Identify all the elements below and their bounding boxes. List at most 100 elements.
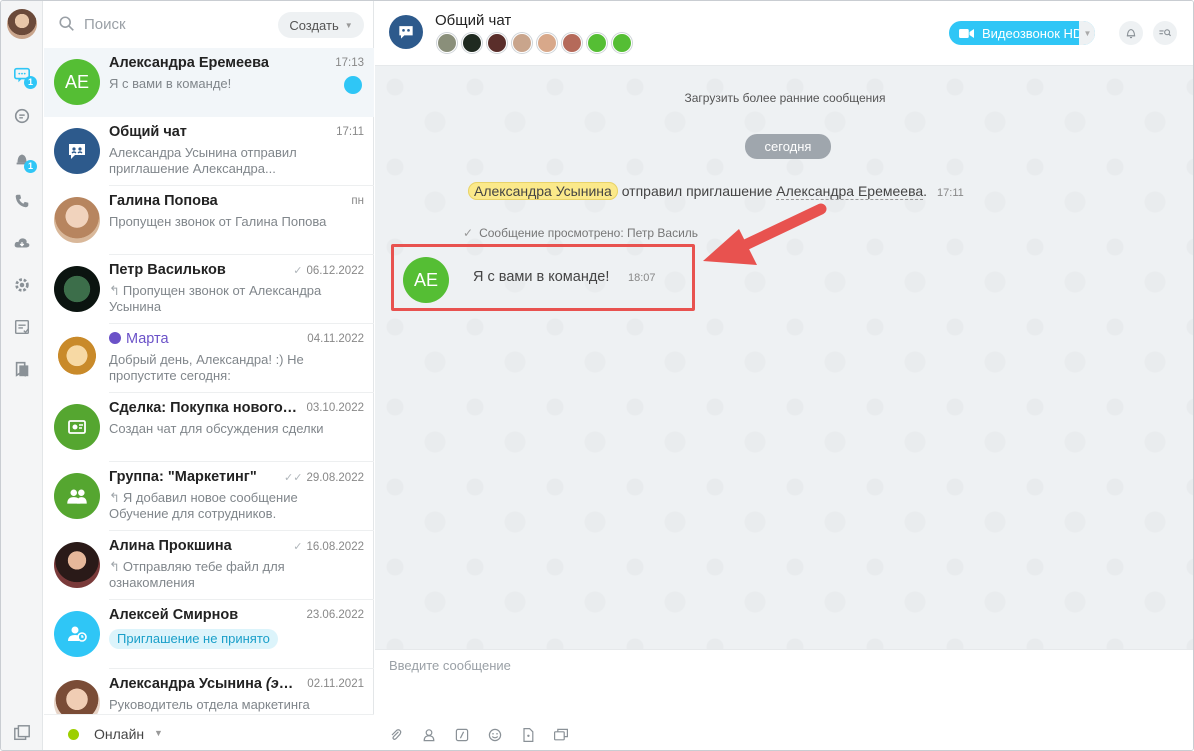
chat-row-popova[interactable]: Галина Попова пн Пропущен звонок от Гали… [44,186,374,255]
attach-icon[interactable] [387,726,405,744]
load-earlier-link[interactable]: Загрузить более ранние сообщения [375,91,1193,105]
chats-badge: 1 [24,76,37,89]
notifications-icon[interactable]: 1 [1,141,43,177]
date-text: 03.10.2022 [306,402,364,414]
date-text: 02.11.2021 [307,678,364,690]
chat-date: 02.11.2021 [307,678,364,690]
member-avatar[interactable] [437,33,457,53]
deal-icon [54,404,100,450]
screen-share-icon[interactable] [552,726,570,744]
phone-icon[interactable] [1,183,43,219]
chat-date: 23.06.2022 [306,609,364,621]
date-divider: сегодня [745,134,831,159]
search-input[interactable] [84,13,264,35]
chat-date: 03.10.2022 [306,402,364,414]
date-text: 06.12.2022 [306,264,364,277]
video-call-label: Видеозвонок HD [982,25,1083,41]
chat-row-marketing[interactable]: Группа: "Маркетинг" ✓✓ 29.08.2022 ↰ Я доба… [44,462,374,531]
chat-preview: Я с вами в команде! [109,76,232,91]
date-text: пн [351,195,364,207]
chat-title: Группа: "Маркетинг" [109,469,257,485]
system-action-text: отправил приглашение [617,183,777,199]
chat-row-deal[interactable]: Сделка: Покупка новогод... 03.10.2022 Со… [44,393,374,462]
chat-row-vasilkov[interactable]: Петр Васильков ✓ 06.12.2022 ↰ Пропущен зво… [44,255,374,324]
documents-icon[interactable] [1,351,43,387]
video-call-button[interactable]: Видеозвонок HD ▼ [949,21,1095,45]
chat-preview: Пропущен звонок от Галина Попова [109,214,327,229]
chevron-down-icon: ▼ [154,728,163,738]
message-input[interactable] [389,658,1169,708]
chat-row-eremeeva[interactable]: АЕ Александра Еремеева 17:13 Я с вами в … [44,48,374,117]
invitation-status-tag: Приглашение не принято [109,629,278,649]
chat-row-prokshina[interactable]: Алина Прокшина ✓ 16.08.2022 ↰ Отправляю те… [44,531,374,600]
read-receipt: ✓ Сообщение просмотрено: Петр Василь [463,226,698,240]
read-receipt-text: Сообщение просмотрено: Петр Василь [479,226,699,240]
chat-title: Александра Усынина (это... [109,676,299,692]
tasks-icon[interactable] [1,309,43,345]
chat-date: 17:11 [336,126,364,138]
user-avatar[interactable] [7,9,37,39]
system-message: Александра Усынина отправил приглашение … [468,182,964,200]
highlight-frame [391,244,695,311]
check-icon: ✓ [293,265,303,277]
system-time: 17:11 [937,187,964,199]
formatting-icon[interactable] [453,726,471,744]
composer-toolbar [387,726,570,744]
member-avatar[interactable] [612,33,632,53]
video-options-chevron-icon[interactable]: ▼ [1079,21,1095,45]
chat-title: Алина Прокшина [109,538,232,554]
chat-rows: АЕ Александра Еремеева 17:13 Я с вами в … [44,48,374,714]
create-button[interactable]: Создать ▼ [278,12,364,38]
chat-date: 04.11.2022 [307,333,364,345]
cloud-icon[interactable] [1,225,43,261]
mention-target[interactable]: Александра Еремеева [776,183,924,200]
reply-icon: ↰ [109,283,120,298]
chat-date: 17:13 [335,57,364,69]
smile-icon[interactable] [486,726,504,744]
member-avatar[interactable] [462,33,482,53]
chat-title[interactable]: Общий чат [435,12,511,29]
member-avatar[interactable] [512,33,532,53]
unread-indicator [344,76,362,94]
user-icon[interactable] [420,726,438,744]
date-text: 17:11 [336,126,364,138]
avatar [54,266,100,312]
chat-row-smirnov[interactable]: Алексей Смирнов 23.06.2022 Приглашение н… [44,600,374,669]
member-avatar[interactable] [562,33,582,53]
title-text: Марта [126,331,169,347]
chats-icon[interactable]: 1 [1,57,43,93]
chat-date: ✓ 06.12.2022 [293,264,364,278]
chat-row-general[interactable]: Общий чат 17:11 Александра Усынина отпра… [44,117,374,186]
member-avatar[interactable] [587,33,607,53]
group-chat-icon[interactable] [389,15,423,49]
chat-preview: Создан чат для обсуждения сделки [109,421,324,436]
member-avatar[interactable] [537,33,557,53]
date-text: 23.06.2022 [306,609,364,621]
chat-row-usynina[interactable]: Александра Усынина (это... 02.11.2021 Ру… [44,669,374,714]
chat-row-marta[interactable]: Марта 04.11.2022 Добрый день, Александра… [44,324,374,393]
chat-preview: Руководитель отдела маркетинга [109,697,310,712]
chat-title: Александра Еремеева [109,55,269,71]
mention-author[interactable]: Александра Усынина [468,182,618,200]
open-lines-icon[interactable] [1,98,43,134]
search-messages-icon[interactable] [1153,21,1177,45]
member-avatar[interactable] [487,33,507,53]
file-icon[interactable] [519,726,537,744]
bell-icon[interactable] [1119,21,1143,45]
chat-area: Общий чат Видеозвонок HD ▼ Загрузить бол… [375,1,1193,750]
avatar: АЕ [54,59,100,105]
chat-date: ✓ 16.08.2022 [293,540,364,554]
double-check-icon: ✓✓ [284,472,303,484]
system-dot: . [923,183,928,199]
chat-title: Сделка: Покупка новогод... [109,400,299,416]
chat-preview: Александра Усынина отправил приглашение … [109,145,297,176]
preview-text: Отправляю тебе файл для ознакомления [109,559,285,590]
bot-avatar [54,335,100,381]
create-button-label: Создать [289,17,339,33]
chat-preview: ↰ Пропущен звонок от Александра Усынина [109,283,339,315]
preview-text: Я добавил новое сообщение Обучение для с… [109,490,298,521]
chat-preview: ↰ Я добавил новое сообщение Обучение для … [109,490,339,522]
settings-icon[interactable] [1,267,43,303]
windows-icon[interactable] [13,724,31,742]
status-selector[interactable]: Онлайн ▼ [44,714,374,750]
